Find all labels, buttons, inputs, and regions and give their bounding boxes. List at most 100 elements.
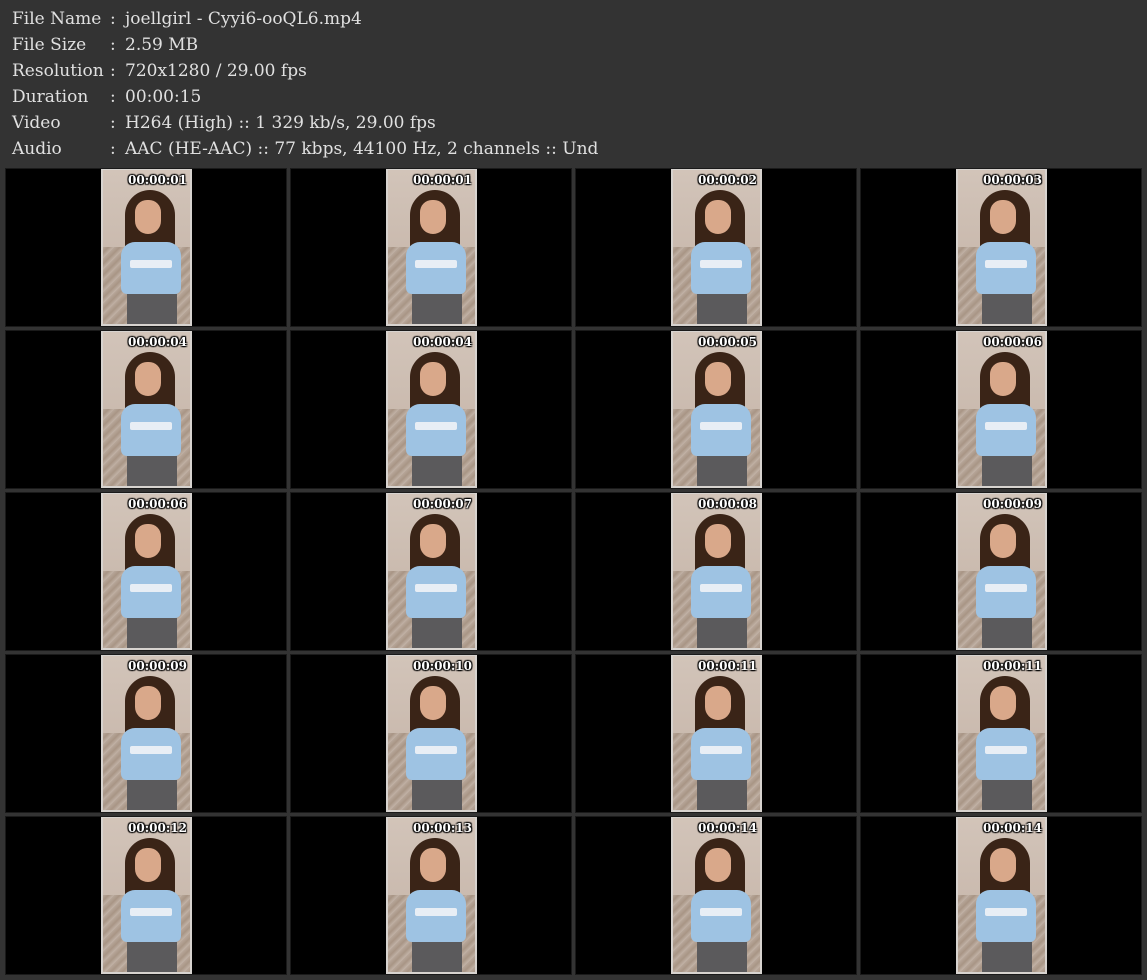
frame-shirt-text xyxy=(130,746,172,754)
video-frame-thumbnail[interactable]: 00:00:02 xyxy=(671,169,762,326)
frame-pants xyxy=(982,618,1032,648)
video-frame-thumbnail[interactable]: 00:00:05 xyxy=(671,331,762,488)
thumbnail-cell[interactable]: 00:00:01 xyxy=(290,168,572,327)
frame-pants xyxy=(982,456,1032,486)
frame-timestamp: 00:00:02 xyxy=(698,173,757,187)
video-frame-thumbnail[interactable]: 00:00:11 xyxy=(956,655,1047,812)
frame-timestamp: 00:00:01 xyxy=(413,173,472,187)
frame-face xyxy=(135,362,161,396)
frame-shirt-text xyxy=(985,746,1027,754)
video-frame-thumbnail[interactable]: 00:00:14 xyxy=(956,817,1047,974)
video-frame-thumbnail[interactable]: 00:00:07 xyxy=(386,493,477,650)
thumbnail-cell[interactable]: 00:00:14 xyxy=(860,816,1142,975)
frame-face xyxy=(135,686,161,720)
frame-pants xyxy=(412,618,462,648)
contact-sheet: File Name : joellgirl - Cyyi6-ooQL6.mp4 … xyxy=(0,0,1147,980)
video-frame-thumbnail[interactable]: 00:00:01 xyxy=(101,169,192,326)
info-row-video: Video : H264 (High) :: 1 329 kb/s, 29.00… xyxy=(12,110,598,136)
frame-timestamp: 00:00:06 xyxy=(128,497,187,511)
thumbnail-cell[interactable]: 00:00:11 xyxy=(575,654,857,813)
frame-shirt xyxy=(406,890,466,942)
frame-face xyxy=(420,524,446,558)
frame-pants xyxy=(697,618,747,648)
frame-face xyxy=(135,200,161,234)
frame-shirt-text xyxy=(985,584,1027,592)
video-frame-thumbnail[interactable]: 00:00:03 xyxy=(956,169,1047,326)
thumbnail-cell[interactable]: 00:00:13 xyxy=(290,816,572,975)
frame-face xyxy=(420,848,446,882)
info-key: Duration xyxy=(12,87,89,107)
frame-shirt xyxy=(406,728,466,780)
frame-timestamp: 00:00:11 xyxy=(698,659,757,673)
frame-face xyxy=(420,200,446,234)
frame-shirt xyxy=(691,890,751,942)
video-frame-thumbnail[interactable]: 00:00:09 xyxy=(101,655,192,812)
frame-shirt-text xyxy=(985,260,1027,268)
info-key: File Size xyxy=(12,35,87,55)
frame-shirt xyxy=(121,566,181,618)
frame-shirt xyxy=(976,728,1036,780)
frame-shirt-text xyxy=(130,260,172,268)
video-frame-thumbnail[interactable]: 00:00:04 xyxy=(101,331,192,488)
frame-shirt-text xyxy=(985,908,1027,916)
thumbnail-cell[interactable]: 00:00:09 xyxy=(860,492,1142,651)
thumbnail-cell[interactable]: 00:00:12 xyxy=(5,816,287,975)
video-frame-thumbnail[interactable]: 00:00:10 xyxy=(386,655,477,812)
frame-shirt xyxy=(121,404,181,456)
video-frame-thumbnail[interactable]: 00:00:14 xyxy=(671,817,762,974)
thumbnail-cell[interactable]: 00:00:05 xyxy=(575,330,857,489)
frame-shirt xyxy=(121,890,181,942)
video-frame-thumbnail[interactable]: 00:00:06 xyxy=(956,331,1047,488)
frame-shirt xyxy=(976,890,1036,942)
frame-shirt-text xyxy=(130,908,172,916)
frame-timestamp: 00:00:07 xyxy=(413,497,472,511)
thumbnail-cell[interactable]: 00:00:04 xyxy=(290,330,572,489)
video-frame-thumbnail[interactable]: 00:00:06 xyxy=(101,493,192,650)
frame-pants xyxy=(982,294,1032,324)
thumbnail-cell[interactable]: 00:00:02 xyxy=(575,168,857,327)
video-frame-thumbnail[interactable]: 00:00:01 xyxy=(386,169,477,326)
video-frame-thumbnail[interactable]: 00:00:08 xyxy=(671,493,762,650)
frame-face xyxy=(705,848,731,882)
video-frame-thumbnail[interactable]: 00:00:11 xyxy=(671,655,762,812)
info-row-file-name: File Name : joellgirl - Cyyi6-ooQL6.mp4 xyxy=(12,6,598,32)
frame-shirt-text xyxy=(415,422,457,430)
frame-shirt xyxy=(406,566,466,618)
frame-pants xyxy=(412,780,462,810)
thumbnail-cell[interactable]: 00:00:14 xyxy=(575,816,857,975)
frame-shirt xyxy=(406,404,466,456)
frame-shirt xyxy=(121,242,181,294)
info-row-file-size: File Size : 2.59 MB xyxy=(12,32,598,58)
thumbnail-cell[interactable]: 00:00:08 xyxy=(575,492,857,651)
frame-shirt xyxy=(976,404,1036,456)
frame-face xyxy=(705,362,731,396)
video-frame-thumbnail[interactable]: 00:00:13 xyxy=(386,817,477,974)
frame-face xyxy=(705,524,731,558)
video-frame-thumbnail[interactable]: 00:00:12 xyxy=(101,817,192,974)
frame-shirt-text xyxy=(700,746,742,754)
thumbnail-cell[interactable]: 00:00:04 xyxy=(5,330,287,489)
thumbnail-cell[interactable]: 00:00:03 xyxy=(860,168,1142,327)
info-key: Resolution xyxy=(12,61,104,81)
thumbnail-cell[interactable]: 00:00:11 xyxy=(860,654,1142,813)
frame-pants xyxy=(697,942,747,972)
thumbnail-cell[interactable]: 00:00:01 xyxy=(5,168,287,327)
frame-face xyxy=(420,686,446,720)
frame-shirt xyxy=(691,566,751,618)
frame-shirt xyxy=(691,728,751,780)
frame-timestamp: 00:00:14 xyxy=(698,821,757,835)
frame-timestamp: 00:00:05 xyxy=(698,335,757,349)
frame-timestamp: 00:00:06 xyxy=(983,335,1042,349)
thumbnail-cell[interactable]: 00:00:06 xyxy=(5,492,287,651)
frame-timestamp: 00:00:01 xyxy=(128,173,187,187)
thumbnail-cell[interactable]: 00:00:06 xyxy=(860,330,1142,489)
frame-shirt-text xyxy=(700,260,742,268)
thumbnail-cell[interactable]: 00:00:09 xyxy=(5,654,287,813)
thumbnail-cell[interactable]: 00:00:07 xyxy=(290,492,572,651)
frame-pants xyxy=(127,942,177,972)
frame-pants xyxy=(982,942,1032,972)
info-value: 00:00:15 xyxy=(125,87,202,107)
video-frame-thumbnail[interactable]: 00:00:04 xyxy=(386,331,477,488)
video-frame-thumbnail[interactable]: 00:00:09 xyxy=(956,493,1047,650)
thumbnail-cell[interactable]: 00:00:10 xyxy=(290,654,572,813)
